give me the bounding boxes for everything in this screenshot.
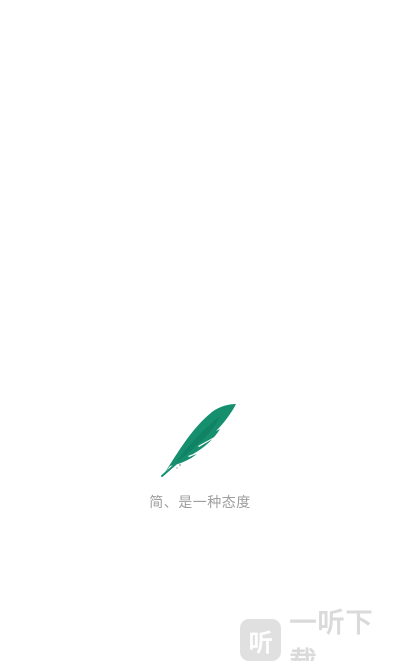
feather-icon [161,404,236,477]
app-slogan: 简、是一种态度 [149,495,251,511]
watermark-badge: 听 [240,619,282,661]
splash-screen: 简、是一种态度 听 一听下载 [0,0,400,661]
watermark-text: 一听下载 [289,608,374,661]
watermark: 听 一听下载 [240,608,400,661]
